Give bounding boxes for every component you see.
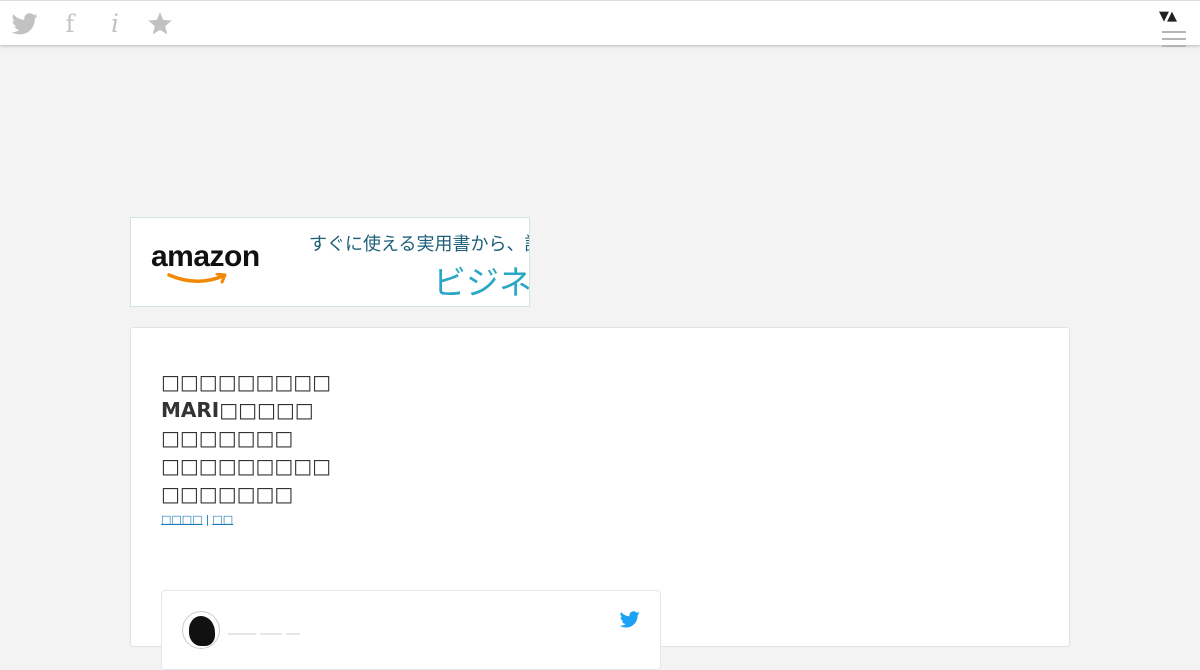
facebook-icon[interactable]: f	[57, 11, 83, 37]
amazon-logo: amazon	[151, 240, 260, 273]
profile-links: □□□□ | □□	[161, 512, 233, 528]
avatar[interactable]	[182, 611, 220, 649]
twitter-bird-icon[interactable]	[620, 611, 640, 628]
profile-link-1[interactable]: □□□□	[161, 512, 203, 528]
profile-line: □□□□□□□□□	[161, 454, 332, 478]
info-glyph: i	[111, 9, 119, 38]
info-icon[interactable]: i	[102, 11, 128, 37]
menu-icon[interactable]	[1162, 31, 1186, 48]
amazon-smile-icon	[167, 273, 227, 284]
sort-toggle-icon[interactable]: ▼▲	[1159, 9, 1177, 25]
banner-tagline: すぐに使える実用書から、読	[309, 234, 530, 255]
banner-headline: ビジネス	[433, 263, 530, 302]
amazon-ad-banner[interactable]: amazon すぐに使える実用書から、読 ビジネス	[130, 217, 530, 307]
profile-line: □□□□□□□	[161, 482, 294, 506]
profile-line: □□□□□□□	[161, 426, 294, 450]
twitter-icon[interactable]	[12, 11, 38, 37]
top-toolbar: f i ▼▲	[0, 0, 1200, 48]
link-separator: |	[205, 513, 210, 526]
profile-card: □□□□□□□□□ MARI□□□□□ □□□□□□□ □□□□□□□□□ □□…	[130, 327, 1070, 670]
profile-line: □□□□□□□□□	[161, 370, 332, 394]
star-icon[interactable]	[147, 11, 173, 37]
profile-line: MARI□□□□□	[161, 398, 314, 422]
embedded-tweet[interactable]: ____ ___ __	[161, 590, 661, 670]
profile-link-2[interactable]: □□	[212, 512, 233, 528]
tweet-author[interactable]: ____ ___ __	[228, 619, 300, 635]
facebook-glyph: f	[65, 10, 75, 38]
profile-text: □□□□□□□□□ MARI□□□□□ □□□□□□□ □□□□□□□□□ □□…	[161, 368, 331, 508]
